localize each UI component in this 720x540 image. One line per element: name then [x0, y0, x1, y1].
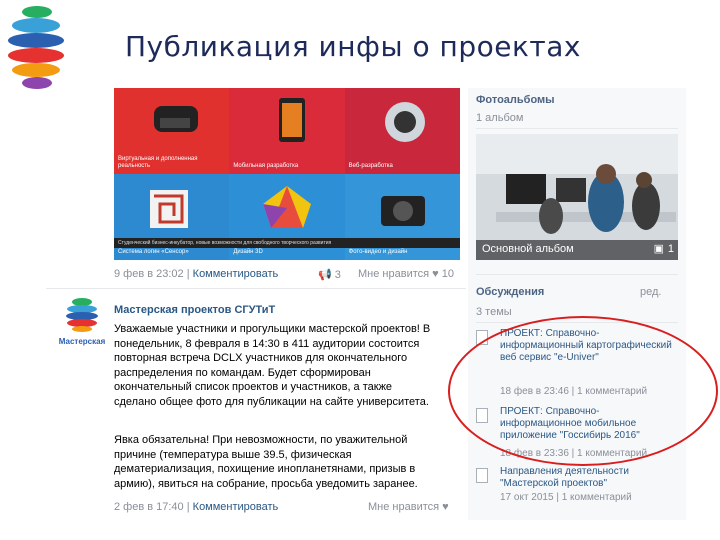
tile-vr[interactable]: Виртуальная и дополненная реальность — [114, 88, 230, 174]
tile-caption: Веб-разработка — [348, 163, 393, 169]
project-tiles: Виртуальная и дополненная реальность Моб… — [114, 88, 460, 260]
albums-count: 1 альбом — [476, 112, 524, 124]
tile-caption: Дизайн 3D — [233, 249, 263, 255]
text-line: Явка обязательна! При невозможности, по … — [114, 434, 408, 446]
tile-web[interactable]: Веб-разработка — [344, 88, 460, 174]
post-paragraph-2: Явка обязательна! При невозможности, по … — [114, 433, 460, 491]
logo — [8, 6, 64, 90]
text-line: распределения по командам. Будет сформир… — [114, 366, 371, 379]
edit-link[interactable]: ред. — [640, 286, 661, 298]
album-caption-bar: Основной альбом ▣ 1 — [476, 240, 678, 260]
text-line: армию), явиться на собрание, просьба уве… — [114, 477, 418, 490]
divider — [476, 274, 678, 275]
avatar-caption: Мастерская — [58, 337, 106, 346]
discussions-title[interactable]: Обсуждения — [476, 286, 544, 298]
photos-title[interactable]: Фотоальбомы — [476, 94, 555, 106]
post-meta: 2 фев в 17:40 | Комментировать — [114, 501, 279, 513]
topics-count: 3 темы — [476, 306, 512, 318]
group-avatar[interactable]: Мастерская — [52, 296, 112, 346]
globe-icon — [384, 102, 425, 142]
group-logo-icon — [66, 298, 98, 332]
text-line: причине (температура выше 39.5, физическ… — [114, 448, 352, 461]
post-paragraph-1: Уважаемые участники и прогульщики мастер… — [114, 322, 460, 410]
tile-caption: Мобильная разработка — [233, 163, 299, 169]
smartphone-icon — [279, 98, 306, 142]
like-label: Мне нравится — [358, 268, 430, 280]
post-meta: 9 фев в 23:02 | Комментировать — [114, 268, 279, 280]
heart-icon: ♥ — [442, 501, 449, 513]
megaphone-icon: 📢 — [318, 269, 332, 281]
like-count: 10 — [441, 268, 454, 280]
post-author[interactable]: Мастерская проектов СГУТиТ — [114, 304, 275, 316]
album-name: Основной альбом — [482, 243, 574, 255]
text-line: Уважаемые участники и прогульщики мастер… — [114, 323, 431, 335]
like-button[interactable]: Мне нравится ♥ 10 — [358, 268, 454, 280]
camera-icon: ▣ — [653, 243, 664, 255]
wall: Виртуальная и дополненная реальность Моб… — [46, 88, 466, 520]
document-icon — [476, 468, 488, 483]
heart-icon: ♥ — [432, 268, 439, 280]
tile-mobile[interactable]: Мобильная разработка — [229, 88, 345, 174]
photo-count: 1 — [667, 243, 674, 255]
album-cover[interactable]: Основной альбом ▣ 1 — [476, 134, 678, 260]
topic-meta: 17 окт 2015 | 1 комментарий — [500, 492, 632, 503]
post-date[interactable]: 9 фев в 23:02 — [114, 268, 184, 280]
comment-link[interactable]: Комментировать — [193, 268, 279, 280]
comment-link[interactable]: Комментировать — [193, 501, 279, 513]
divider — [476, 128, 678, 129]
text-line: дематериализация, похищение инопланетяна… — [114, 463, 416, 476]
topic-title[interactable]: Направления деятельности "Мастерской про… — [500, 466, 675, 490]
text-line: повторная встреча DCLX участников для ок… — [114, 352, 408, 365]
like-label: Мне нравится — [368, 501, 440, 513]
slide-title: Публикация инфы о проектах — [125, 30, 581, 63]
share-count: 3 — [334, 269, 341, 281]
tiles-footer: Студенческий бизнес-инкубатор, новые воз… — [114, 238, 460, 248]
share-button[interactable]: 📢 3 — [318, 268, 341, 281]
divider — [46, 288, 466, 289]
highlight-circle — [448, 316, 718, 466]
text-line: окончательный список проектов и участник… — [114, 381, 393, 394]
text-line: понедельник, 8 февраля в 14:30 в 411 ауд… — [114, 337, 420, 350]
post-date[interactable]: 2 фев в 17:40 — [114, 501, 184, 513]
text-line: сделано общее фото для публикации на сай… — [114, 395, 429, 408]
topic-item[interactable]: Направления деятельности "Мастерской про… — [476, 466, 682, 516]
tile-caption: Система логин «Сенсор» — [118, 249, 189, 255]
tile-caption: Виртуальная и дополненная реальность — [118, 156, 198, 169]
like-button[interactable]: Мне нравится ♥ — [368, 501, 449, 513]
tile-caption: Фото-видео и дизайн — [348, 249, 408, 255]
